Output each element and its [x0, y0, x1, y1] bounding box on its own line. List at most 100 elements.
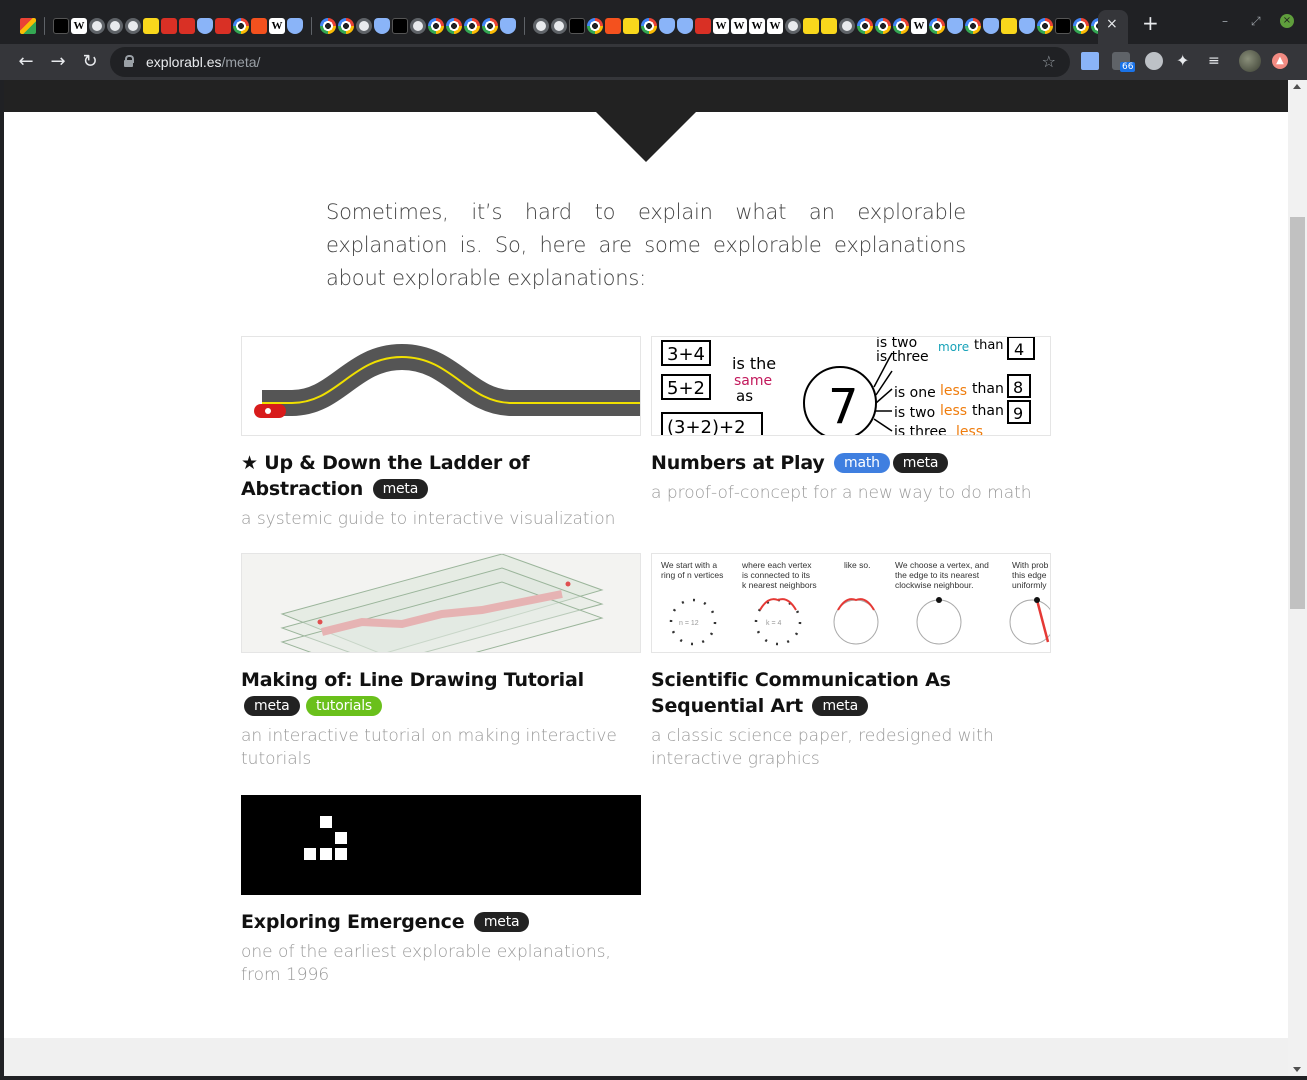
address-bar[interactable]: explorabl.es/meta/ ☆ — [110, 47, 1070, 77]
google-icon[interactable] — [428, 18, 444, 34]
scroll-up-arrow-icon[interactable] — [1293, 84, 1301, 89]
shield-icon[interactable] — [1019, 18, 1035, 34]
close-tab-icon[interactable]: × — [1106, 16, 1118, 32]
active-tab[interactable]: × — [1098, 10, 1128, 44]
tab-icon[interactable] — [947, 18, 963, 34]
wikipedia-icon[interactable]: W — [269, 18, 285, 34]
document-extension-icon[interactable] — [1081, 52, 1099, 70]
tag-tutorials[interactable]: tutorials — [305, 696, 382, 716]
scroll-down-arrow-icon[interactable] — [1293, 1067, 1301, 1072]
google-icon[interactable] — [1037, 18, 1053, 34]
tab-icon[interactable] — [821, 18, 837, 34]
tab-icon[interactable] — [53, 18, 69, 34]
restore-button[interactable]: ⤢ — [1251, 14, 1261, 29]
tab-icon[interactable] — [533, 18, 549, 34]
tab-icon[interactable] — [695, 18, 711, 34]
tab-icon[interactable] — [605, 18, 621, 34]
tag-meta[interactable]: meta — [372, 479, 429, 499]
card-thumbnail[interactable] — [241, 795, 641, 895]
card-thumbnail[interactable]: We start with a ring of n vertices where… — [651, 553, 1051, 653]
card-title[interactable]: ★ Up & Down the Ladder of Abstraction me… — [241, 450, 641, 502]
tag-math[interactable]: math — [834, 453, 890, 473]
tab-icon[interactable] — [623, 18, 639, 34]
media-queue-icon[interactable]: ≡ — [1208, 52, 1226, 70]
card-title-text[interactable]: Scientific Communication As Sequential A… — [651, 669, 951, 717]
tab-icon[interactable] — [107, 18, 123, 34]
tab-icon[interactable] — [161, 18, 177, 34]
forward-icon[interactable]: → — [46, 50, 70, 74]
lock-icon[interactable] — [124, 55, 134, 67]
shield-icon[interactable] — [659, 18, 675, 34]
card-title[interactable]: Scientific Communication As Sequential A… — [651, 667, 1051, 719]
google-icon[interactable] — [875, 18, 891, 34]
back-icon[interactable]: ← — [14, 50, 38, 74]
google-icon[interactable] — [1073, 18, 1089, 34]
tab-icon[interactable] — [1055, 18, 1071, 34]
tag-meta[interactable]: meta — [892, 453, 949, 473]
card-exploring-emergence[interactable]: Exploring Emergence meta one of the earl… — [241, 795, 641, 987]
card-title[interactable]: Making of: Line Drawing Tutorial meta tu… — [241, 667, 641, 719]
window-close-button[interactable]: × — [1280, 14, 1294, 28]
card-thumbnail[interactable]: 3+4 5+2 (3+2)+2 is the same as 7 is two … — [651, 336, 1051, 436]
tab-icon[interactable] — [125, 18, 141, 34]
tab-icon[interactable] — [215, 18, 231, 34]
google-icon[interactable] — [965, 18, 981, 34]
tab-icon[interactable] — [569, 18, 585, 34]
vertical-scrollbar[interactable] — [1288, 80, 1307, 1076]
wikipedia-icon[interactable]: W — [731, 18, 747, 34]
tag-meta[interactable]: meta — [812, 696, 868, 716]
card-thumbnail[interactable] — [241, 336, 641, 436]
wikipedia-icon[interactable]: W — [911, 18, 927, 34]
card-title[interactable]: Exploring Emergence meta — [241, 909, 641, 935]
bookmark-star-icon[interactable]: ☆ — [1042, 52, 1056, 71]
tab-icon[interactable] — [785, 18, 801, 34]
google-icon[interactable] — [233, 18, 249, 34]
tag-meta[interactable]: meta — [244, 696, 300, 716]
tab-icon[interactable] — [143, 18, 159, 34]
google-icon[interactable] — [446, 18, 462, 34]
wikipedia-icon[interactable]: W — [71, 18, 87, 34]
wikipedia-icon[interactable]: W — [749, 18, 765, 34]
tab-icon[interactable] — [1001, 18, 1017, 34]
google-icon[interactable] — [893, 18, 909, 34]
card-ladder-of-abstraction[interactable]: ★ Up & Down the Ladder of Abstraction me… — [241, 336, 641, 531]
cloud-extension-icon[interactable] — [1145, 52, 1163, 70]
url-text[interactable]: explorabl.es/meta/ — [146, 54, 260, 70]
new-tab-button[interactable]: + — [1142, 13, 1159, 33]
card-thumbnail[interactable] — [241, 553, 641, 653]
google-icon[interactable] — [641, 18, 657, 34]
tab-icon[interactable] — [410, 18, 426, 34]
tab-icon[interactable] — [356, 18, 372, 34]
reload-icon[interactable]: ↻ — [78, 50, 102, 74]
card-title-text[interactable]: Exploring Emergence — [241, 911, 465, 933]
google-icon[interactable] — [338, 18, 354, 34]
profile-avatar[interactable] — [1239, 50, 1261, 72]
tab-icon[interactable] — [179, 18, 195, 34]
tab-icon[interactable] — [839, 18, 855, 34]
tab-icon[interactable] — [251, 18, 267, 34]
google-icon[interactable] — [320, 18, 336, 34]
card-numbers-at-play[interactable]: 3+4 5+2 (3+2)+2 is the same as 7 is two … — [651, 336, 1051, 505]
google-icon[interactable] — [587, 18, 603, 34]
wikipedia-icon[interactable]: W — [713, 18, 729, 34]
tab-icon[interactable] — [551, 18, 567, 34]
card-line-drawing-tutorial[interactable]: Making of: Line Drawing Tutorial meta tu… — [241, 553, 641, 771]
scrollbar-thumb[interactable] — [1290, 217, 1305, 609]
gmail-icon[interactable] — [20, 18, 36, 34]
tab-icon[interactable] — [392, 18, 408, 34]
google-icon[interactable] — [482, 18, 498, 34]
extensions-puzzle-icon[interactable]: ✦ — [1176, 52, 1194, 70]
update-icon[interactable]: ▲ — [1272, 53, 1288, 69]
minimize-button[interactable]: – — [1222, 14, 1228, 28]
tab-icon[interactable] — [89, 18, 105, 34]
tab-icon[interactable] — [287, 18, 303, 34]
google-icon[interactable] — [857, 18, 873, 34]
shield-icon[interactable] — [197, 18, 213, 34]
wikipedia-icon[interactable]: W — [767, 18, 783, 34]
wordpress-icon[interactable] — [500, 18, 516, 34]
tab-icon[interactable] — [677, 18, 693, 34]
card-title[interactable]: Numbers at Play math meta — [651, 450, 1051, 476]
tab-icon[interactable] — [374, 18, 390, 34]
shield-icon[interactable] — [983, 18, 999, 34]
tab-icon[interactable] — [803, 18, 819, 34]
